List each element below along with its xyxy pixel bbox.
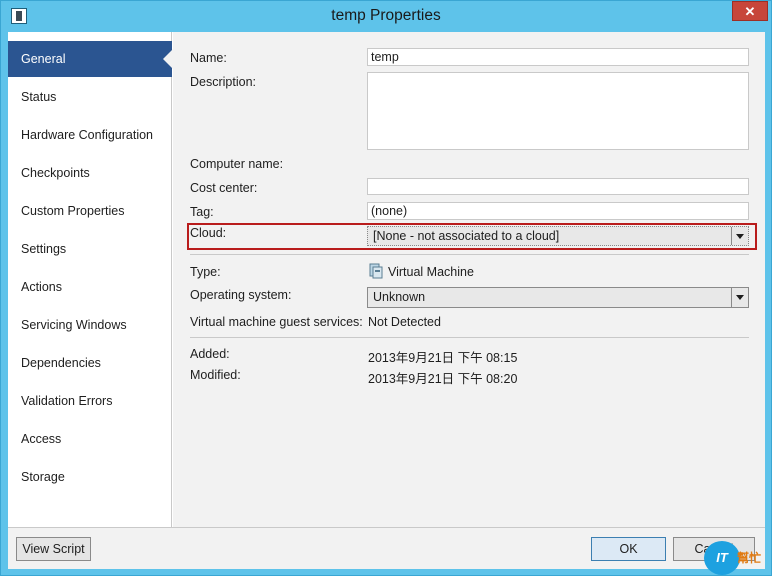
chevron-down-icon[interactable] (731, 227, 748, 245)
sidebar-item-general[interactable]: General (8, 41, 173, 77)
cloud-dropdown[interactable]: [None - not associated to a cloud] (367, 226, 749, 246)
sidebar: General Status Hardware Configuration Ch… (8, 32, 173, 527)
watermark-logo-mark: IT (704, 541, 740, 575)
sidebar-item-custom-properties[interactable]: Custom Properties (8, 193, 172, 229)
watermark-logo: IT 幫忙 (704, 541, 768, 575)
dialog-footer: View Script OK Cancel (8, 527, 765, 569)
description-field[interactable] (367, 72, 749, 150)
divider (190, 254, 749, 255)
guest-services-value: Not Detected (368, 315, 441, 329)
sidebar-item-storage[interactable]: Storage (8, 459, 172, 495)
cost-center-label: Cost center: (190, 181, 258, 195)
sidebar-item-hardware-configuration[interactable]: Hardware Configuration (8, 117, 172, 153)
chevron-down-icon[interactable] (731, 288, 748, 307)
type-label: Type: (190, 265, 221, 279)
operating-system-dropdown[interactable]: Unknown (367, 287, 749, 308)
cloud-label: Cloud: (190, 226, 227, 240)
computer-name-label: Computer name: (190, 157, 284, 171)
added-label: Added: (190, 347, 230, 361)
cost-center-field[interactable] (367, 178, 749, 195)
sidebar-item-checkpoints[interactable]: Checkpoints (8, 155, 172, 191)
ok-button[interactable]: OK (591, 537, 666, 561)
title-bar: temp Properties ✕ (1, 1, 771, 32)
window-title: temp Properties (331, 7, 441, 24)
type-value: Virtual Machine (388, 265, 474, 279)
sidebar-item-actions[interactable]: Actions (8, 269, 172, 305)
sidebar-item-settings[interactable]: Settings (8, 231, 172, 267)
dialog-client-area: General Status Hardware Configuration Ch… (8, 32, 765, 569)
divider (190, 337, 749, 338)
tag-label: Tag: (190, 205, 214, 219)
close-button[interactable]: ✕ (732, 1, 768, 21)
view-script-button[interactable]: View Script (16, 537, 91, 561)
operating-system-value: Unknown (373, 290, 426, 304)
operating-system-label: Operating system: (190, 288, 292, 302)
sidebar-item-validation-errors[interactable]: Validation Errors (8, 383, 172, 419)
general-panel: Name: Description: Computer name: Cost c… (173, 32, 765, 527)
sidebar-item-access[interactable]: Access (8, 421, 172, 457)
modified-label: Modified: (190, 368, 241, 382)
modified-value: 2013年9月21日 下午 08:20 (368, 372, 518, 386)
added-value: 2013年9月21日 下午 08:15 (368, 351, 518, 365)
name-field[interactable] (367, 48, 749, 66)
cloud-dropdown-value: [None - not associated to a cloud] (373, 229, 560, 243)
sidebar-item-servicing-windows[interactable]: Servicing Windows (8, 307, 172, 343)
description-label: Description: (190, 75, 256, 89)
virtual-machine-icon (369, 263, 383, 279)
watermark-caption: 幫忙 (737, 551, 762, 565)
properties-window: temp Properties ✕ General Status Hardwar… (0, 0, 772, 576)
guest-services-label: Virtual machine guest services: (190, 315, 363, 329)
sidebar-item-dependencies[interactable]: Dependencies (8, 345, 172, 381)
sidebar-item-status[interactable]: Status (8, 79, 172, 115)
name-label: Name: (190, 51, 227, 65)
tag-field[interactable] (367, 202, 749, 220)
